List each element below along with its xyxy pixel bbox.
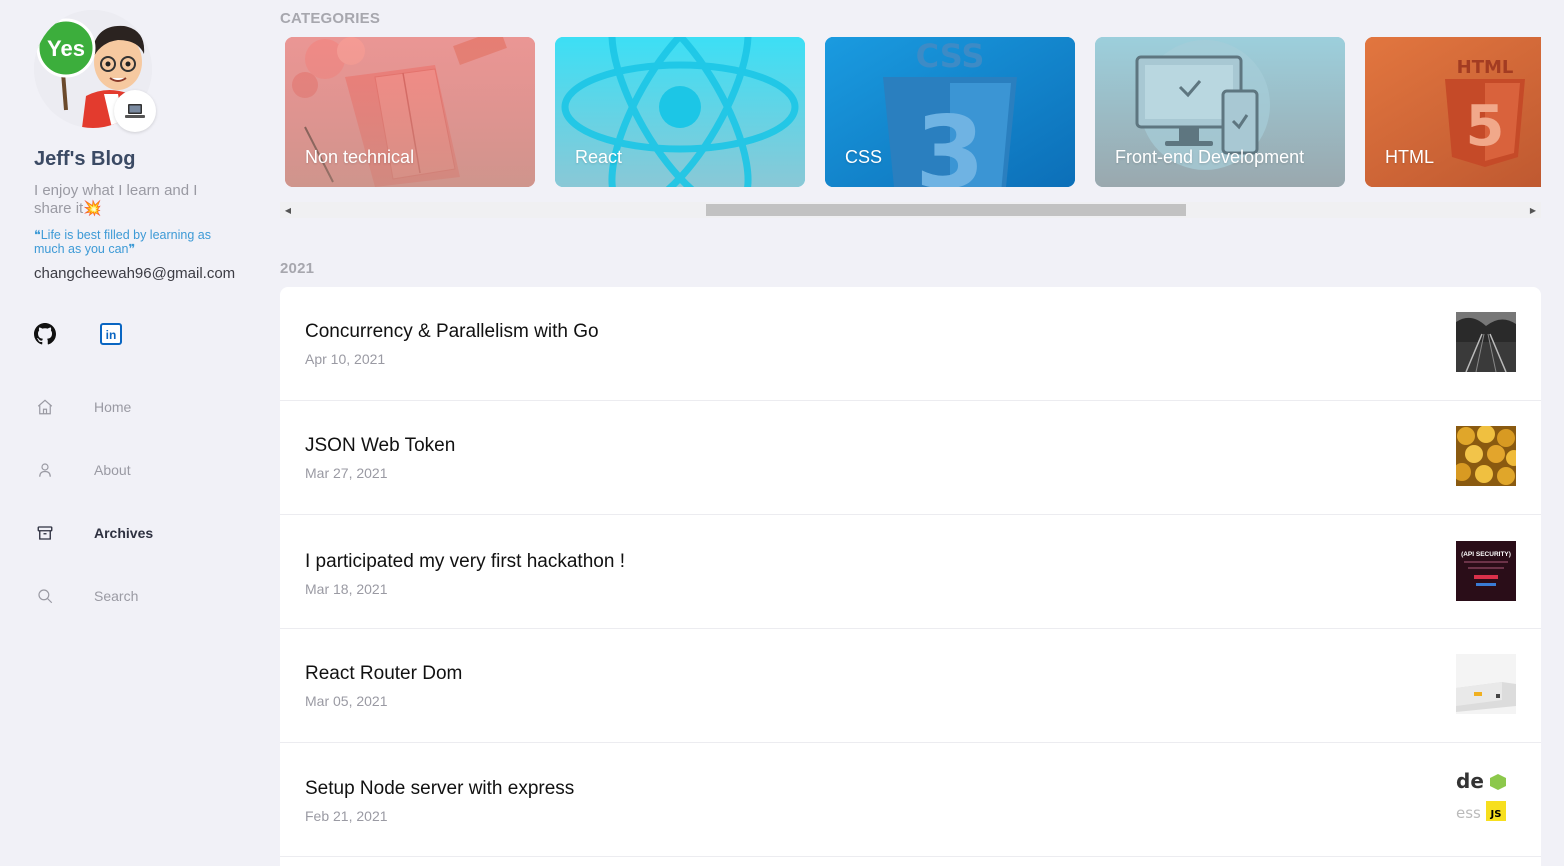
post-date: Feb 21, 2021 [305,808,388,824]
category-label: HTML [1385,147,1434,167]
nav-item-about[interactable]: About [34,458,234,482]
post-date: Mar 18, 2021 [305,581,388,597]
post-thumbnail[interactable] [1456,312,1516,372]
bio-text: I enjoy what I learn and I share it [34,182,198,217]
scroll-right-arrow-icon[interactable]: ▶ [1528,205,1538,215]
post-list: Concurrency & Parallelism with Go Apr 10… [280,287,1541,866]
blog-title: Jeff's Blog [34,148,136,170]
user-icon [34,459,56,481]
post-thumbnail[interactable] [1456,654,1516,714]
post-date: Mar 27, 2021 [305,465,388,481]
contact-email: changcheewah96@gmail.com [34,265,236,282]
category-card-css[interactable]: CSS 3 CSS [825,37,1075,187]
coins-thumbnail-image [1456,426,1516,486]
nav-label-search: Search [94,588,139,604]
category-label: Front-end Development [1115,147,1305,167]
categories-scrollbar[interactable]: ◀ ▶ [280,202,1541,218]
html-logo-number: 5 [1466,94,1505,159]
post-item[interactable]: Setup Node server with express Feb 21, 2… [280,743,1541,857]
nav-label-about: About [94,462,131,478]
blog-quote: ❝Life is best filled by learning as much… [34,228,211,256]
yes-sign-text: Yes [47,36,85,61]
linkedin-icon[interactable]: in [99,322,123,346]
post-item[interactable]: JSON Web Token Mar 27, 2021 [280,401,1541,515]
post-date: Apr 10, 2021 [305,351,386,367]
api-security-thumbnail-image: (API SECURITY) [1456,541,1516,601]
nav-item-search[interactable]: Search [34,584,234,608]
post-thumbnail[interactable] [1456,426,1516,486]
home-icon [34,396,56,418]
categories-carousel: Non technical React CSS 3 CSS Front-end … [280,37,1541,187]
laptop-badge-icon [114,90,156,132]
thumbnail-text: (API SECURITY) [1461,551,1511,558]
linkedin-icon-text: in [106,328,117,342]
post-title[interactable]: Setup Node server with express [305,778,574,800]
post-title[interactable]: I participated my very first hackathon ! [305,551,625,573]
css-logo-number: 3 [915,94,985,187]
year-heading: 2021 [280,260,315,277]
post-title[interactable]: JSON Web Token [305,435,455,457]
blog-bio: I enjoy what I learn and I share it💥 [34,182,234,218]
css-logo-text: CSS [916,37,985,75]
post-title[interactable]: React Router Dom [305,663,462,685]
categories-heading: CATEGORIES [280,10,381,27]
post-item[interactable]: Concurrency & Parallelism with Go Apr 10… [280,287,1541,401]
nav-label-archives: Archives [94,525,154,541]
archive-icon [34,522,56,544]
router-thumbnail-image [1456,654,1516,714]
category-label: React [575,147,623,167]
category-label: Non technical [305,147,415,167]
post-thumbnail[interactable]: (API SECURITY) [1456,541,1516,601]
category-card-html[interactable]: HTML 5 HTML [1365,37,1541,187]
scroll-left-arrow-icon[interactable]: ◀ [283,205,293,215]
post-thumbnail[interactable]: de ess JS [1456,770,1516,830]
thumbnail-text-express: ess [1456,804,1481,822]
category-card-non-technical[interactable]: Non technical [285,37,535,187]
post-date: Mar 05, 2021 [305,693,388,709]
github-icon[interactable] [33,322,57,346]
bio-emoji: 💥 [83,200,102,217]
search-icon [34,585,56,607]
thumbnail-text-node: de [1456,770,1484,793]
thumbnail-text-js: JS [1490,809,1502,820]
post-item[interactable]: I participated my very first hackathon !… [280,515,1541,629]
scrollbar-thumb[interactable] [706,204,1186,216]
nav-item-home[interactable]: Home [34,395,234,419]
nav-label-home: Home [94,399,132,415]
nav-item-archives[interactable]: Archives [34,521,234,545]
category-card-front-end-development[interactable]: Front-end Development [1095,37,1345,187]
sidebar: Yes Jeff's Blog I enjoy what I learn and… [0,0,270,866]
category-card-react[interactable]: React [555,37,805,187]
html-logo-text: HTML [1457,57,1514,78]
post-item[interactable]: React Router Dom Mar 05, 2021 [280,629,1541,743]
railway-thumbnail-image [1456,312,1516,372]
post-title[interactable]: Concurrency & Parallelism with Go [305,321,599,343]
node-express-thumbnail-image: de ess JS [1456,770,1516,830]
category-label: CSS [845,147,883,167]
